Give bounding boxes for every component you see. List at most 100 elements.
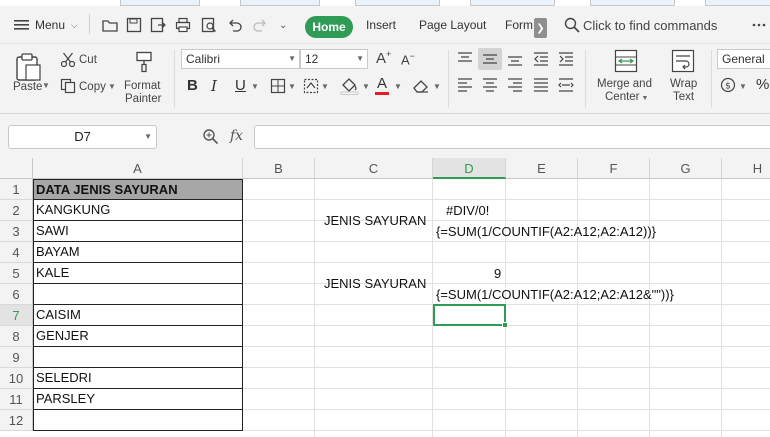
menu-button[interactable]: Menu ⌵: [14, 14, 78, 36]
column-header-a[interactable]: A: [33, 158, 243, 179]
column-header-e[interactable]: E: [506, 158, 578, 179]
row-header[interactable]: 5: [0, 263, 33, 284]
chevron-down-icon[interactable]: ▼: [321, 82, 329, 91]
decrease-indent-button[interactable]: [533, 52, 549, 69]
zoom-formula-button[interactable]: [202, 128, 220, 148]
cell-a2[interactable]: KANGKUNG: [33, 200, 243, 221]
name-box[interactable]: D7 ▼: [8, 125, 157, 149]
row-header[interactable]: 12: [0, 410, 33, 431]
fill-handle[interactable]: [502, 322, 508, 328]
formula-input[interactable]: [254, 125, 770, 149]
increase-indent-button[interactable]: [558, 52, 574, 69]
row-header[interactable]: 1: [0, 179, 33, 200]
borders-button[interactable]: [270, 78, 286, 97]
align-middle-button[interactable]: [482, 52, 498, 69]
cell-d6-formula-text[interactable]: {=SUM(1/COUNTIF(A2:A12;A2:A12&""))}: [436, 284, 674, 305]
row-header[interactable]: 11: [0, 389, 33, 410]
cell-d5-value[interactable]: 9: [494, 263, 501, 284]
font-color-button[interactable]: A: [377, 75, 387, 92]
row-header[interactable]: 6: [0, 284, 33, 305]
cell-a10[interactable]: SELEDRI: [33, 368, 243, 389]
row-header[interactable]: 2: [0, 200, 33, 221]
print-preview-button[interactable]: [201, 14, 217, 36]
chevron-down-icon[interactable]: ▼: [108, 82, 116, 91]
cell-a3[interactable]: SAWI: [33, 221, 243, 242]
spreadsheet-grid[interactable]: A B C D E F G H 1 2 3 4 5 6 7 8 9 10 11 …: [0, 158, 770, 437]
tab-home[interactable]: Home: [305, 16, 353, 38]
open-folder-button[interactable]: [102, 14, 118, 36]
insert-function-button[interactable]: fx: [230, 128, 243, 144]
fill-color-button[interactable]: [340, 77, 360, 98]
cell-a6[interactable]: [33, 284, 243, 305]
font-size-select[interactable]: 12 ▼: [300, 49, 368, 69]
align-top-button[interactable]: [457, 52, 473, 69]
currency-format-button[interactable]: $: [720, 77, 736, 96]
increase-font-button[interactable]: A+: [376, 49, 391, 67]
export-pdf-button[interactable]: [150, 14, 166, 36]
save-button[interactable]: [126, 14, 142, 36]
chevron-down-icon[interactable]: ▼: [362, 82, 370, 91]
align-left-button[interactable]: [457, 78, 473, 95]
justify-button[interactable]: [533, 78, 549, 95]
undo-button[interactable]: [227, 14, 243, 36]
copy-button[interactable]: [60, 78, 76, 97]
print-button[interactable]: [175, 14, 191, 36]
chevron-down-icon[interactable]: ▼: [251, 82, 259, 91]
chevron-down-icon[interactable]: ▼: [739, 82, 747, 91]
row-header[interactable]: 3: [0, 221, 33, 242]
distribute-button[interactable]: [558, 78, 574, 95]
number-format-select[interactable]: General: [717, 49, 770, 69]
decrease-font-button[interactable]: A−: [401, 51, 415, 67]
bold-button[interactable]: B: [187, 77, 198, 94]
column-header-b[interactable]: B: [243, 158, 315, 179]
cell-d2-value[interactable]: #DIV/0!: [446, 200, 489, 221]
cell-c5-label[interactable]: JENIS SAYURAN: [324, 273, 426, 294]
cell-a9[interactable]: [33, 347, 243, 368]
merge-center-button[interactable]: [614, 49, 638, 76]
cell-c2-label[interactable]: JENIS SAYURAN: [324, 210, 426, 231]
column-header-h[interactable]: H: [722, 158, 770, 179]
align-bottom-button[interactable]: [507, 52, 523, 69]
align-right-button[interactable]: [507, 78, 523, 95]
wrap-text-button[interactable]: [671, 49, 695, 76]
selected-cell-d7[interactable]: [433, 304, 508, 328]
format-painter-button[interactable]: [133, 51, 155, 76]
percent-format-button[interactable]: %: [756, 76, 769, 93]
command-search[interactable]: Click to find commands: [564, 14, 717, 36]
select-all-corner[interactable]: [0, 158, 33, 179]
font-name-select[interactable]: Calibri ▼: [181, 49, 300, 69]
underline-button[interactable]: U: [235, 77, 246, 94]
row-header[interactable]: 8: [0, 326, 33, 347]
chevron-down-icon[interactable]: ▼: [288, 82, 296, 91]
row-header[interactable]: 10: [0, 368, 33, 389]
customize-toolbar-button[interactable]: ⌄: [279, 14, 287, 36]
chevron-down-icon[interactable]: ▼: [433, 82, 441, 91]
cell-a11[interactable]: PARSLEY: [33, 389, 243, 410]
cell-a7[interactable]: CAISIM: [33, 305, 243, 326]
column-header-c[interactable]: C: [315, 158, 433, 179]
row-header[interactable]: 7: [0, 305, 33, 326]
more-tabs-button[interactable]: ❯: [534, 18, 547, 38]
redo-button[interactable]: [252, 14, 268, 36]
tab-formulas[interactable]: Form: [505, 14, 533, 36]
row-header[interactable]: 4: [0, 242, 33, 263]
cell-style-button[interactable]: [303, 78, 319, 97]
row-header[interactable]: 9: [0, 347, 33, 368]
column-header-d[interactable]: D: [433, 158, 506, 179]
italic-button[interactable]: I: [211, 77, 217, 95]
tab-page-layout[interactable]: Page Layout: [419, 14, 486, 36]
cell-a8[interactable]: GENJER: [33, 326, 243, 347]
chevron-down-icon[interactable]: ▼: [394, 82, 402, 91]
cell-a5[interactable]: KALE: [33, 263, 243, 284]
cell-a4[interactable]: BAYAM: [33, 242, 243, 263]
more-options-button[interactable]: [752, 14, 766, 36]
tab-insert[interactable]: Insert: [366, 14, 396, 36]
align-center-button[interactable]: [482, 78, 498, 95]
cell-a1[interactable]: DATA JENIS SAYURAN: [33, 179, 243, 200]
cell-a12[interactable]: [33, 410, 243, 431]
chevron-down-icon[interactable]: ▼: [42, 81, 50, 90]
column-header-f[interactable]: F: [578, 158, 650, 179]
cell-d3-formula-text[interactable]: {=SUM(1/COUNTIF(A2:A12;A2:A12))}: [436, 221, 656, 242]
cut-button[interactable]: [60, 52, 76, 71]
clear-button[interactable]: [412, 78, 430, 97]
